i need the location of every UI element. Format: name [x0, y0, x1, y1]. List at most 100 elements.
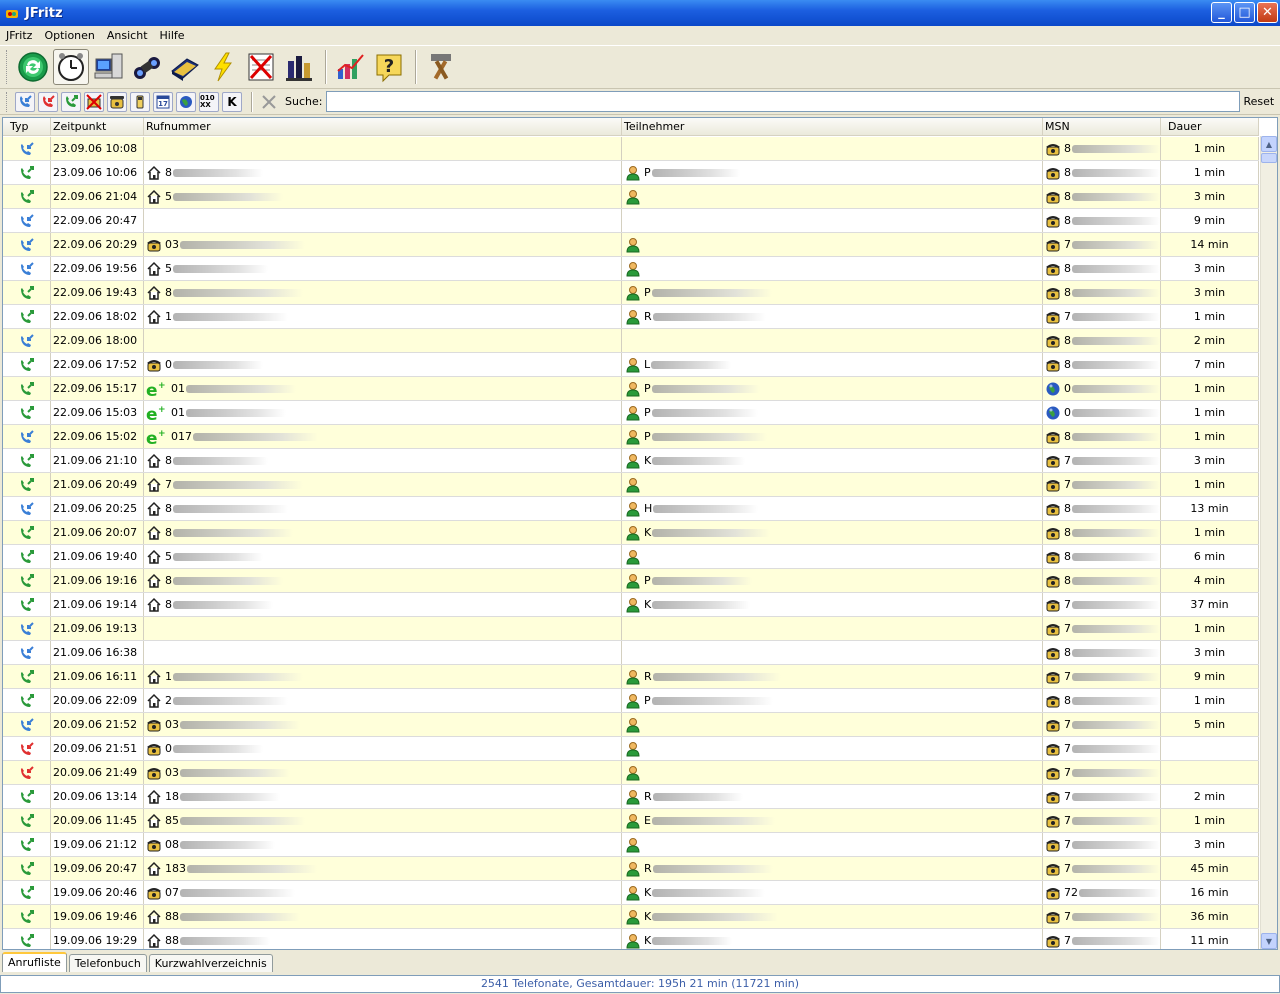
menu-jfritz[interactable]: JFritz — [0, 29, 38, 42]
table-row[interactable]: 22.09.06 19:56 5 8 3 min — [3, 257, 1259, 281]
phone-number: 8 — [165, 166, 172, 179]
filter-no-number-button[interactable] — [84, 91, 104, 112]
close-button[interactable]: ✕ — [1257, 2, 1278, 23]
tab-anrufliste[interactable]: Anrufliste — [2, 952, 67, 972]
filter-sip-button[interactable] — [176, 91, 196, 112]
export-button[interactable] — [281, 49, 317, 85]
redacted-msn — [1072, 528, 1160, 537]
menu-ansicht[interactable]: Ansicht — [101, 29, 154, 42]
table-row[interactable]: 22.09.06 15:02 e +017 P 8 1 min — [3, 425, 1259, 449]
filter-incoming-button[interactable] — [15, 91, 35, 112]
table-row[interactable]: 22.09.06 18:02 1 R 7 1 min — [3, 305, 1259, 329]
menu-hilfe[interactable]: Hilfe — [154, 29, 191, 42]
scroll-up-button[interactable]: ▲ — [1261, 136, 1277, 152]
table-row[interactable]: 20.09.06 22:09 2 P 8 1 min — [3, 689, 1259, 713]
help-button[interactable]: ? — [371, 49, 407, 85]
statistics-button[interactable] — [333, 49, 369, 85]
maximize-button[interactable]: □ — [1234, 2, 1255, 23]
table-row[interactable]: 20.09.06 21:51 0 7 — [3, 737, 1259, 761]
table-row[interactable]: 21.09.06 20:25 8 H 8 13 min — [3, 497, 1259, 521]
alarm-clock-icon — [58, 53, 84, 81]
table-row[interactable]: 22.09.06 21:04 5 8 3 min — [3, 185, 1259, 209]
table-row[interactable]: 21.09.06 16:11 1 R 7 9 min — [3, 665, 1259, 689]
tab-telefonbuch[interactable]: Telefonbuch — [68, 954, 147, 972]
header-teilnehmer[interactable]: Teilnehmer — [622, 118, 1043, 136]
call-monitor-button[interactable] — [91, 49, 127, 85]
vertical-scrollbar[interactable]: ▲ ▼ — [1260, 136, 1277, 949]
toolbar-grip[interactable] — [6, 50, 9, 84]
table-row[interactable]: 21.09.06 19:16 8 P 8 4 min — [3, 569, 1259, 593]
quickdial-button[interactable] — [205, 49, 241, 85]
search-input[interactable] — [326, 91, 1241, 112]
phonebook-button[interactable] — [167, 49, 203, 85]
cell-dauer: 9 min — [1161, 665, 1259, 688]
table-row[interactable]: 19.09.06 20:46 07 K 72 16 min — [3, 881, 1259, 905]
filter-date-button[interactable]: 17 — [153, 91, 173, 112]
redacted-msn — [1072, 384, 1160, 393]
cell-msn: 8 — [1043, 185, 1161, 208]
reset-button[interactable]: Reset — [1243, 95, 1274, 108]
table-row[interactable]: 21.09.06 20:07 8 K 8 1 min — [3, 521, 1259, 545]
telephone-icon — [1045, 693, 1061, 709]
table-row[interactable]: 21.09.06 20:49 7 7 1 min — [3, 473, 1259, 497]
clear-filter-button[interactable] — [259, 92, 279, 112]
table-row[interactable]: 21.09.06 16:38 8 3 min — [3, 641, 1259, 665]
table-row[interactable]: 22.09.06 17:52 0 L 8 7 min — [3, 353, 1259, 377]
msn-number: 8 — [1064, 214, 1071, 227]
table-row[interactable]: 22.09.06 19:43 8 P 8 3 min — [3, 281, 1259, 305]
filter-k-button[interactable]: K — [222, 91, 242, 112]
table-row[interactable]: 20.09.06 11:45 85 E 7 1 min — [3, 809, 1259, 833]
filter-toolbar-grip[interactable] — [6, 91, 9, 112]
table-row[interactable]: 22.09.06 20:47 8 9 min — [3, 209, 1259, 233]
redacted-number — [173, 480, 303, 489]
filter-missed-button[interactable] — [38, 91, 58, 112]
filter-callbycall-button[interactable]: 010 XX — [199, 91, 219, 112]
table-row[interactable]: 22.09.06 15:17 e +01 P 0 1 min — [3, 377, 1259, 401]
settings-button[interactable] — [423, 49, 459, 85]
table-row[interactable]: 19.09.06 19:29 88 K 7 11 min — [3, 929, 1259, 949]
table-row[interactable]: 19.09.06 19:46 88 K 7 36 min — [3, 905, 1259, 929]
timer-button[interactable] — [53, 49, 89, 85]
filter-fixed-line-button[interactable] — [107, 91, 127, 112]
header-zeitpunkt[interactable]: Zeitpunkt — [51, 118, 144, 136]
header-rufnummer[interactable]: Rufnummer — [144, 118, 622, 136]
table-row[interactable]: 21.09.06 21:10 8 K 7 3 min — [3, 449, 1259, 473]
cell-teilnehmer — [622, 185, 1043, 208]
table-row[interactable]: 19.09.06 21:12 08 7 3 min — [3, 833, 1259, 857]
cell-msn: 7 — [1043, 665, 1161, 688]
table-row[interactable]: 21.09.06 19:14 8 K 7 37 min — [3, 593, 1259, 617]
cell-typ — [3, 521, 51, 544]
reverse-lookup-button[interactable] — [129, 49, 165, 85]
header-dauer[interactable]: Dauer — [1161, 118, 1259, 136]
redacted-number — [193, 432, 318, 441]
call-out-icon — [19, 309, 35, 325]
tab-kurzwahlverzeichnis[interactable]: Kurzwahlverzeichnis — [148, 954, 273, 972]
filter-outgoing-button[interactable] — [61, 91, 81, 112]
table-row[interactable]: 22.09.06 20:29 03 7 14 min — [3, 233, 1259, 257]
scroll-thumb[interactable] — [1261, 153, 1277, 163]
header-msn[interactable]: MSN — [1043, 118, 1161, 136]
call-out-icon — [19, 597, 35, 613]
table-row[interactable]: 21.09.06 19:13 7 1 min — [3, 617, 1259, 641]
table-row[interactable]: 23.09.06 10:06 8 P 8 1 min — [3, 161, 1259, 185]
table-row[interactable]: 20.09.06 21:52 03 7 5 min — [3, 713, 1259, 737]
filter-mobile-button[interactable] — [130, 91, 150, 112]
table-row[interactable]: 22.09.06 18:00 8 2 min — [3, 329, 1259, 353]
table-row[interactable]: 20.09.06 13:14 18 R 7 2 min — [3, 785, 1259, 809]
cell-zeitpunkt: 22.09.06 15:03 — [51, 401, 144, 424]
delete-list-button[interactable] — [243, 49, 279, 85]
header-typ[interactable]: Typ — [3, 118, 51, 136]
table-row[interactable]: 19.09.06 20:47 183 R 7 45 min — [3, 857, 1259, 881]
redacted-name — [651, 432, 767, 441]
table-row[interactable]: 22.09.06 15:03 e +01 P 0 1 min — [3, 401, 1259, 425]
cell-dauer: 16 min — [1161, 881, 1259, 904]
menu-optionen[interactable]: Optionen — [38, 29, 100, 42]
cell-rufnummer: 0 — [144, 353, 622, 376]
table-row[interactable]: 23.09.06 10:08 8 1 min — [3, 137, 1259, 161]
scroll-down-button[interactable]: ▼ — [1261, 933, 1277, 949]
fetch-calls-button[interactable] — [15, 49, 51, 85]
phone-number: 01 — [171, 406, 185, 419]
minimize-button[interactable]: _ — [1211, 2, 1232, 23]
table-row[interactable]: 21.09.06 19:40 5 8 6 min — [3, 545, 1259, 569]
table-row[interactable]: 20.09.06 21:49 03 7 — [3, 761, 1259, 785]
